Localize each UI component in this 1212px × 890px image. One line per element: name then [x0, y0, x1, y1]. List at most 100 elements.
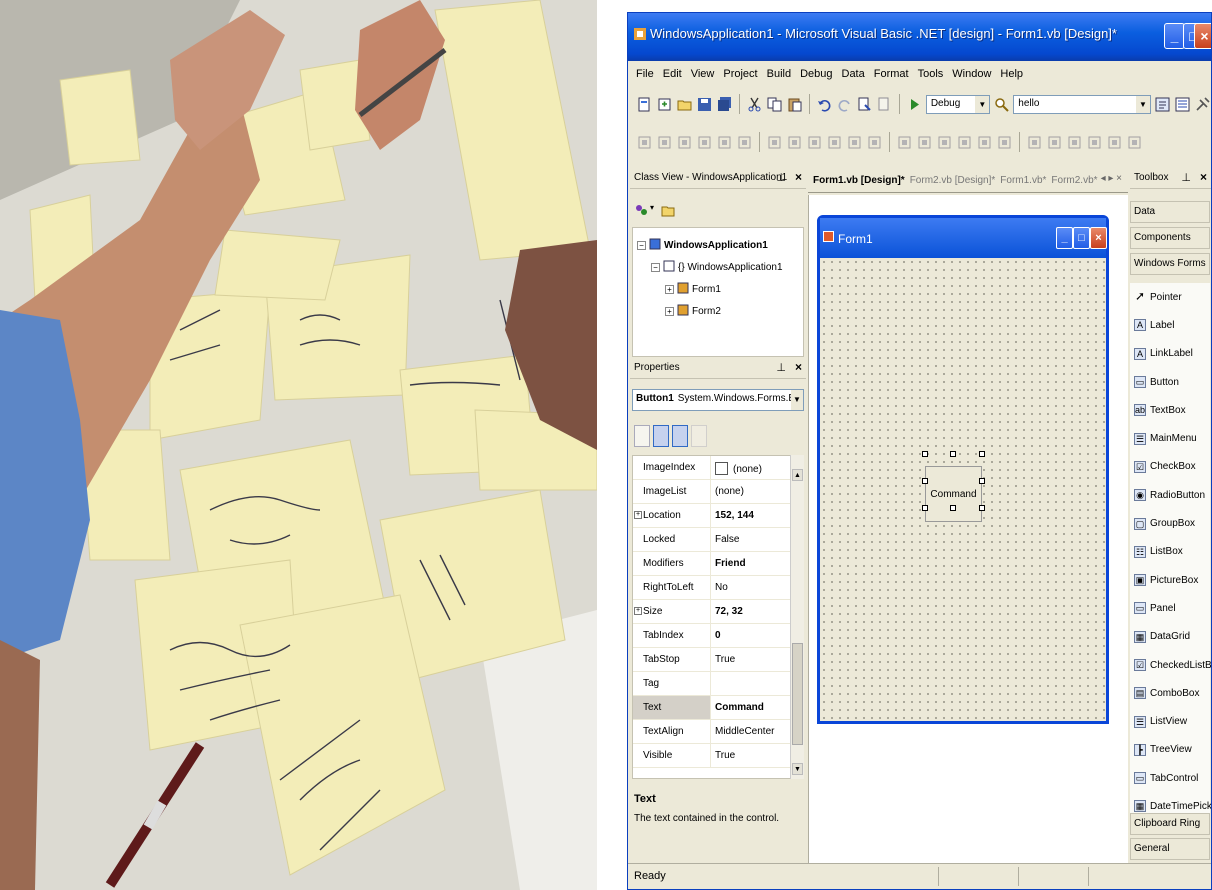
property-grid-scrollbar[interactable]: ▲ ▼: [790, 455, 804, 779]
command-button[interactable]: Command: [925, 466, 982, 522]
layout-align-icon[interactable]: [696, 134, 713, 151]
collapse-icon[interactable]: −: [637, 240, 646, 250]
toolbox-item[interactable]: ▦ DataGrid: [1130, 623, 1210, 651]
toolbox-icon[interactable]: [1194, 96, 1211, 113]
property-row[interactable]: + Location 152, 144: [633, 504, 803, 528]
menu-build[interactable]: Build: [767, 68, 791, 80]
minimize-button[interactable]: _: [1164, 23, 1185, 49]
document-tab[interactable]: Form1.vb*: [1000, 175, 1046, 186]
toolbox-item[interactable]: ▤ ComboBox: [1130, 679, 1210, 707]
copy-icon[interactable]: [766, 96, 783, 113]
alphabetical-icon[interactable]: [653, 425, 669, 447]
property-row[interactable]: ImageList (none): [633, 480, 803, 504]
object-selector[interactable]: Button1 System.Windows.Forms.Button ▼: [632, 389, 804, 411]
properties-window-icon[interactable]: [1174, 96, 1191, 113]
menu-window[interactable]: Window: [952, 68, 991, 80]
resize-handle[interactable]: [922, 478, 928, 484]
property-pages-icon[interactable]: [672, 425, 688, 447]
layout-align-icon[interactable]: [676, 134, 693, 151]
navigate-back-icon[interactable]: [856, 96, 873, 113]
layout-align-icon[interactable]: [786, 134, 803, 151]
new-project-icon[interactable]: [636, 96, 653, 113]
resize-handle[interactable]: [979, 505, 985, 511]
close-icon[interactable]: ×: [1200, 170, 1207, 184]
layout-align-icon[interactable]: [846, 134, 863, 151]
layout-align-icon[interactable]: [1106, 134, 1123, 151]
property-row[interactable]: Text Command: [633, 696, 803, 720]
close-icon[interactable]: ×: [795, 360, 802, 374]
toolbox-item[interactable]: ☷ ListBox: [1130, 538, 1210, 566]
layout-align-icon[interactable]: [636, 134, 653, 151]
undo-icon[interactable]: [816, 96, 833, 113]
expand-icon[interactable]: +: [665, 306, 674, 316]
menu-edit[interactable]: Edit: [663, 68, 682, 80]
toolbox-item[interactable]: ☰ ListView: [1130, 707, 1210, 735]
pin-icon[interactable]: ⊥: [776, 171, 786, 184]
document-tab[interactable]: Form2.vb [Design]*: [910, 175, 996, 186]
layout-align-icon[interactable]: [896, 134, 913, 151]
toolbox-item[interactable]: ab TextBox: [1130, 396, 1210, 424]
toolbox-item[interactable]: A Label: [1130, 311, 1210, 339]
menu-view[interactable]: View: [691, 68, 715, 80]
toolbox-category[interactable]: Windows Forms: [1130, 253, 1210, 275]
chevron-down-icon[interactable]: ▾: [650, 203, 654, 212]
cut-icon[interactable]: [746, 96, 763, 113]
close-icon[interactable]: ×: [795, 170, 802, 184]
categorized-icon[interactable]: [634, 425, 650, 447]
layout-align-icon[interactable]: [936, 134, 953, 151]
toolbox-item[interactable]: ▢ GroupBox: [1130, 509, 1210, 537]
scroll-down-icon[interactable]: ▼: [792, 763, 803, 775]
property-row[interactable]: RightToLeft No: [633, 576, 803, 600]
toolbox-item[interactable]: ☰ MainMenu: [1130, 424, 1210, 452]
toolbox-item[interactable]: A LinkLabel: [1130, 340, 1210, 368]
toolbox-item[interactable]: ▣ PictureBox: [1130, 566, 1210, 594]
tab-nav-icons[interactable]: ◂ ▸ ×: [1101, 173, 1122, 184]
navigate-forward-icon[interactable]: [876, 96, 893, 113]
scroll-thumb[interactable]: [792, 643, 803, 745]
expand-icon[interactable]: +: [665, 284, 674, 294]
save-all-icon[interactable]: [716, 96, 733, 113]
toolbox-item[interactable]: ☑ CheckedListBox: [1130, 651, 1211, 679]
menu-project[interactable]: Project: [723, 68, 757, 80]
menu-tools[interactable]: Tools: [918, 68, 944, 80]
find-combo[interactable]: hello ▼: [1013, 94, 1151, 114]
toolbox-category[interactable]: Data: [1130, 201, 1210, 223]
open-folder-icon[interactable]: [676, 96, 693, 113]
toolbox-category[interactable]: Clipboard Ring: [1130, 813, 1210, 835]
chevron-down-icon[interactable]: ▼: [791, 390, 803, 410]
document-tab[interactable]: Form1.vb [Design]*: [813, 175, 905, 186]
layout-align-icon[interactable]: [866, 134, 883, 151]
layout-align-icon[interactable]: [1086, 134, 1103, 151]
redo-icon[interactable]: [836, 96, 853, 113]
property-row[interactable]: TextAlign MiddleCenter: [633, 720, 803, 744]
document-tab[interactable]: Form2.vb*: [1051, 175, 1097, 186]
pin-icon[interactable]: ⊥: [1181, 171, 1191, 184]
tree-node[interactable]: − WindowsApplication1: [637, 234, 799, 256]
property-row[interactable]: Tag: [633, 672, 803, 696]
resize-handle[interactable]: [950, 451, 956, 457]
toolbox-item[interactable]: ◉ RadioButton: [1130, 481, 1210, 509]
find-in-files-icon[interactable]: [993, 96, 1010, 113]
save-icon[interactable]: [696, 96, 713, 113]
close-button[interactable]: ×: [1194, 23, 1211, 49]
toolbox-item[interactable]: ▭ TabControl: [1130, 764, 1210, 792]
layout-align-icon[interactable]: [1126, 134, 1143, 151]
solution-configuration-combo[interactable]: Debug ▼: [925, 94, 991, 114]
layout-align-icon[interactable]: [976, 134, 993, 151]
expand-icon[interactable]: +: [634, 511, 642, 519]
menu-help[interactable]: Help: [1000, 68, 1023, 80]
menu-format[interactable]: Format: [874, 68, 909, 80]
layout-align-icon[interactable]: [1066, 134, 1083, 151]
toolbox-item[interactable]: ☑ CheckBox: [1130, 453, 1210, 481]
layout-align-icon[interactable]: [766, 134, 783, 151]
layout-align-icon[interactable]: [1046, 134, 1063, 151]
new-folder-icon[interactable]: [660, 202, 676, 218]
start-icon[interactable]: [906, 96, 923, 113]
property-row[interactable]: Visible True: [633, 744, 803, 768]
events-icon[interactable]: [691, 425, 707, 447]
scroll-up-icon[interactable]: ▲: [792, 469, 803, 481]
property-row[interactable]: TabIndex 0: [633, 624, 803, 648]
layout-align-icon[interactable]: [716, 134, 733, 151]
toolbox-item[interactable]: ▭ Panel: [1130, 594, 1210, 622]
tree-node[interactable]: + Form2: [637, 300, 799, 322]
